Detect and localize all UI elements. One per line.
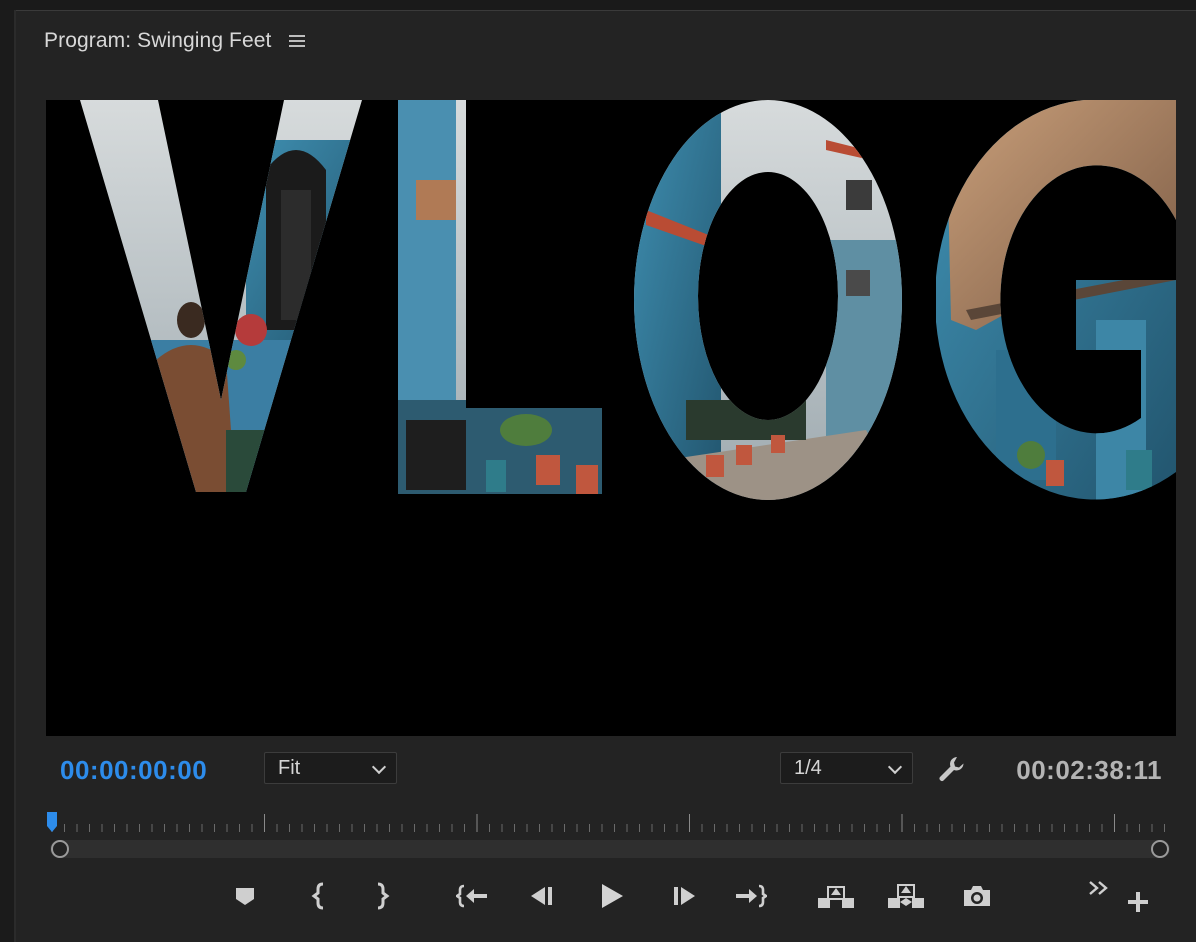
lift-icon [818, 886, 854, 908]
play-icon [602, 884, 623, 908]
step-forward-button[interactable] [664, 874, 704, 918]
mark-out-icon [377, 882, 390, 910]
panel-title[interactable]: Program: Swinging Feet [44, 29, 271, 53]
export-frame-button[interactable] [957, 874, 997, 918]
zoom-level-value: Fit [278, 756, 301, 779]
wrench-icon[interactable] [936, 754, 966, 784]
extract-button[interactable] [886, 874, 926, 918]
video-frame [46, 100, 1176, 736]
marker-icon [236, 888, 254, 905]
button-editor-button[interactable] [1118, 880, 1158, 924]
play-button[interactable] [591, 874, 631, 918]
time-ruler[interactable] [46, 808, 1176, 836]
go-to-in-icon [456, 884, 487, 908]
chevron-down-icon [887, 759, 903, 775]
go-to-out-icon [736, 884, 767, 908]
playback-resolution-value: 1/4 [794, 756, 822, 779]
program-monitor-window: Program: Swinging Feet 00:00:00:00 Fit 1… [0, 0, 1196, 942]
left-panel-edge[interactable] [0, 10, 16, 942]
camera-icon [964, 886, 990, 906]
video-viewer[interactable] [46, 100, 1176, 736]
playback-resolution-select[interactable]: 1/4 [780, 752, 913, 784]
duration-timecode: 00:02:38:11 [1016, 755, 1162, 785]
chevron-down-icon [371, 759, 387, 775]
double-chevron-icon [1089, 881, 1108, 895]
transport-controls [18, 874, 1196, 918]
ruler-ticks [47, 812, 1165, 832]
mark-in-button[interactable] [299, 874, 339, 918]
monitor-controls-row: 00:00:00:00 Fit 1/4 00:02:38:11 [18, 752, 1196, 788]
mark-out-button[interactable] [362, 874, 402, 918]
go-to-out-button[interactable] [730, 874, 770, 918]
playhead-icon[interactable] [47, 812, 57, 832]
scrollbar-left-handle[interactable] [51, 840, 69, 858]
current-timecode[interactable]: 00:00:00:00 [60, 755, 207, 786]
more-controls-button[interactable] [1079, 866, 1119, 910]
step-back-icon [531, 887, 552, 905]
hamburger-menu-icon[interactable] [289, 34, 306, 48]
extract-icon [888, 884, 924, 908]
mark-in-icon [311, 882, 324, 910]
lift-button[interactable] [816, 874, 856, 918]
top-border [0, 0, 1196, 11]
add-marker-button[interactable] [225, 874, 265, 918]
plus-icon [1128, 892, 1148, 912]
step-back-button[interactable] [522, 874, 562, 918]
zoom-scrollbar[interactable] [50, 840, 1170, 858]
go-to-in-button[interactable] [453, 874, 493, 918]
zoom-level-select[interactable]: Fit [264, 752, 397, 784]
scrollbar-right-handle[interactable] [1151, 840, 1169, 858]
program-monitor-panel: Program: Swinging Feet 00:00:00:00 Fit 1… [18, 12, 1196, 942]
step-forward-icon [674, 887, 695, 905]
panel-header: Program: Swinging Feet [44, 28, 306, 54]
